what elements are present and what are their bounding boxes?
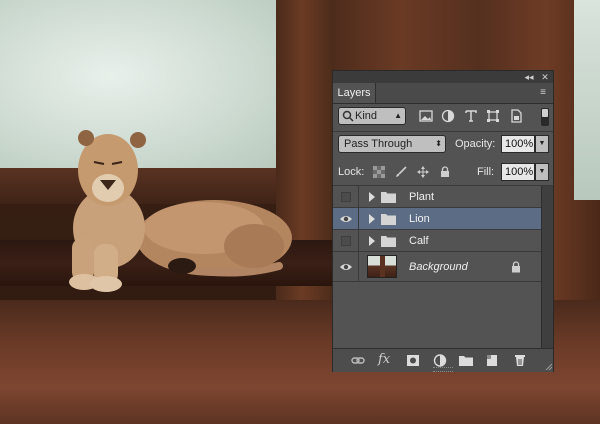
lion-image (69, 130, 292, 292)
layer-thumbnail[interactable] (367, 255, 397, 278)
delete-layer-icon[interactable] (513, 354, 527, 367)
chevron-updown-icon: ⬍ (435, 139, 442, 148)
new-adjustment-icon[interactable] (433, 354, 447, 367)
folder-icon (381, 236, 396, 247)
opacity-dropdown-icon[interactable]: ▼ (535, 135, 549, 153)
new-layer-icon[interactable] (485, 354, 499, 367)
fill-dropdown-icon[interactable]: ▼ (535, 163, 549, 181)
brush-icon[interactable] (395, 166, 407, 178)
fill-label: Fill: (477, 166, 495, 178)
hidden-visibility-box (341, 192, 351, 202)
tab-layers[interactable]: Layers (333, 83, 376, 103)
folder-icon (381, 214, 396, 225)
layer-name: Background (409, 261, 468, 273)
hidden-visibility-box (341, 236, 351, 246)
expand-triangle-icon[interactable] (369, 214, 375, 224)
panel-title-bar[interactable]: ◂◂ ✕ (333, 71, 553, 83)
link-layers-icon[interactable] (351, 354, 365, 367)
add-mask-icon[interactable] (406, 354, 420, 367)
lock-icon[interactable] (511, 261, 521, 273)
new-group-icon[interactable] (459, 354, 473, 367)
layers-list: Plant Lion Calf Background (333, 186, 541, 348)
right-window-glass (574, 0, 600, 200)
shape-filter-icon[interactable] (486, 109, 500, 123)
lock-label: Lock: (338, 166, 365, 178)
move-icon[interactable] (417, 166, 429, 178)
smart-object-filter-icon[interactable] (509, 109, 523, 123)
lock-row: Lock: Fill: 100% ▼ (333, 160, 553, 184)
layer-row-plant[interactable]: Plant (333, 186, 541, 208)
layer-name: Plant (409, 191, 435, 203)
layer-row-calf[interactable]: Calf (333, 230, 541, 252)
blend-mode-select[interactable]: Pass Through ⬍ (338, 135, 446, 153)
expand-triangle-icon[interactable] (369, 192, 375, 202)
add-style-icon[interactable]: fx (378, 351, 390, 369)
eye-icon (340, 264, 352, 270)
filter-row: Kind ▲ (333, 104, 553, 130)
expand-triangle-icon[interactable] (369, 236, 375, 246)
fill-input[interactable]: 100% (501, 163, 535, 181)
visibility-toggle[interactable] (333, 252, 359, 281)
blend-mode-value: Pass Through (344, 138, 413, 150)
lock-all-icon[interactable] (439, 166, 451, 178)
search-icon (342, 110, 354, 122)
opacity-label: Opacity: (455, 138, 496, 150)
visibility-toggle[interactable] (333, 208, 359, 229)
visibility-toggle[interactable] (333, 230, 359, 251)
lock-transparent-pixels-icon[interactable] (373, 166, 385, 178)
filter-kind-select[interactable]: Kind ▲ (338, 107, 406, 125)
adjustment-filter-icon[interactable] (441, 109, 455, 123)
filter-kind-label: Kind (355, 110, 378, 122)
visibility-toggle[interactable] (333, 186, 359, 207)
panel-tab-row: Layers ≡ (333, 83, 553, 104)
eye-icon (340, 216, 352, 222)
chevron-updown-icon: ▲ (394, 111, 402, 120)
layers-scrollbar[interactable] (541, 186, 553, 348)
collapse-panel-icon[interactable]: ◂◂ (523, 71, 535, 83)
panel-resize-grip[interactable] (433, 367, 453, 372)
filter-toggle-switch[interactable] (541, 108, 549, 126)
folder-icon (381, 192, 396, 203)
corner-resize-icon[interactable] (544, 362, 552, 370)
layers-panel: ◂◂ ✕ Layers ≡ Kind ▲ Pass Through ⬍ Opac… (332, 70, 554, 372)
layer-row-lion[interactable]: Lion (333, 208, 541, 230)
panel-menu-icon[interactable]: ≡ (537, 87, 549, 99)
layer-name: Calf (409, 235, 429, 247)
opacity-input[interactable]: 100% (501, 135, 535, 153)
blend-row: Pass Through ⬍ Opacity: 100% ▼ (333, 132, 553, 156)
type-filter-icon[interactable] (464, 109, 478, 123)
close-panel-icon[interactable]: ✕ (539, 71, 551, 83)
image-filter-icon[interactable] (419, 109, 433, 123)
layer-row-background[interactable]: Background (333, 252, 541, 282)
layer-name: Lion (409, 213, 430, 225)
